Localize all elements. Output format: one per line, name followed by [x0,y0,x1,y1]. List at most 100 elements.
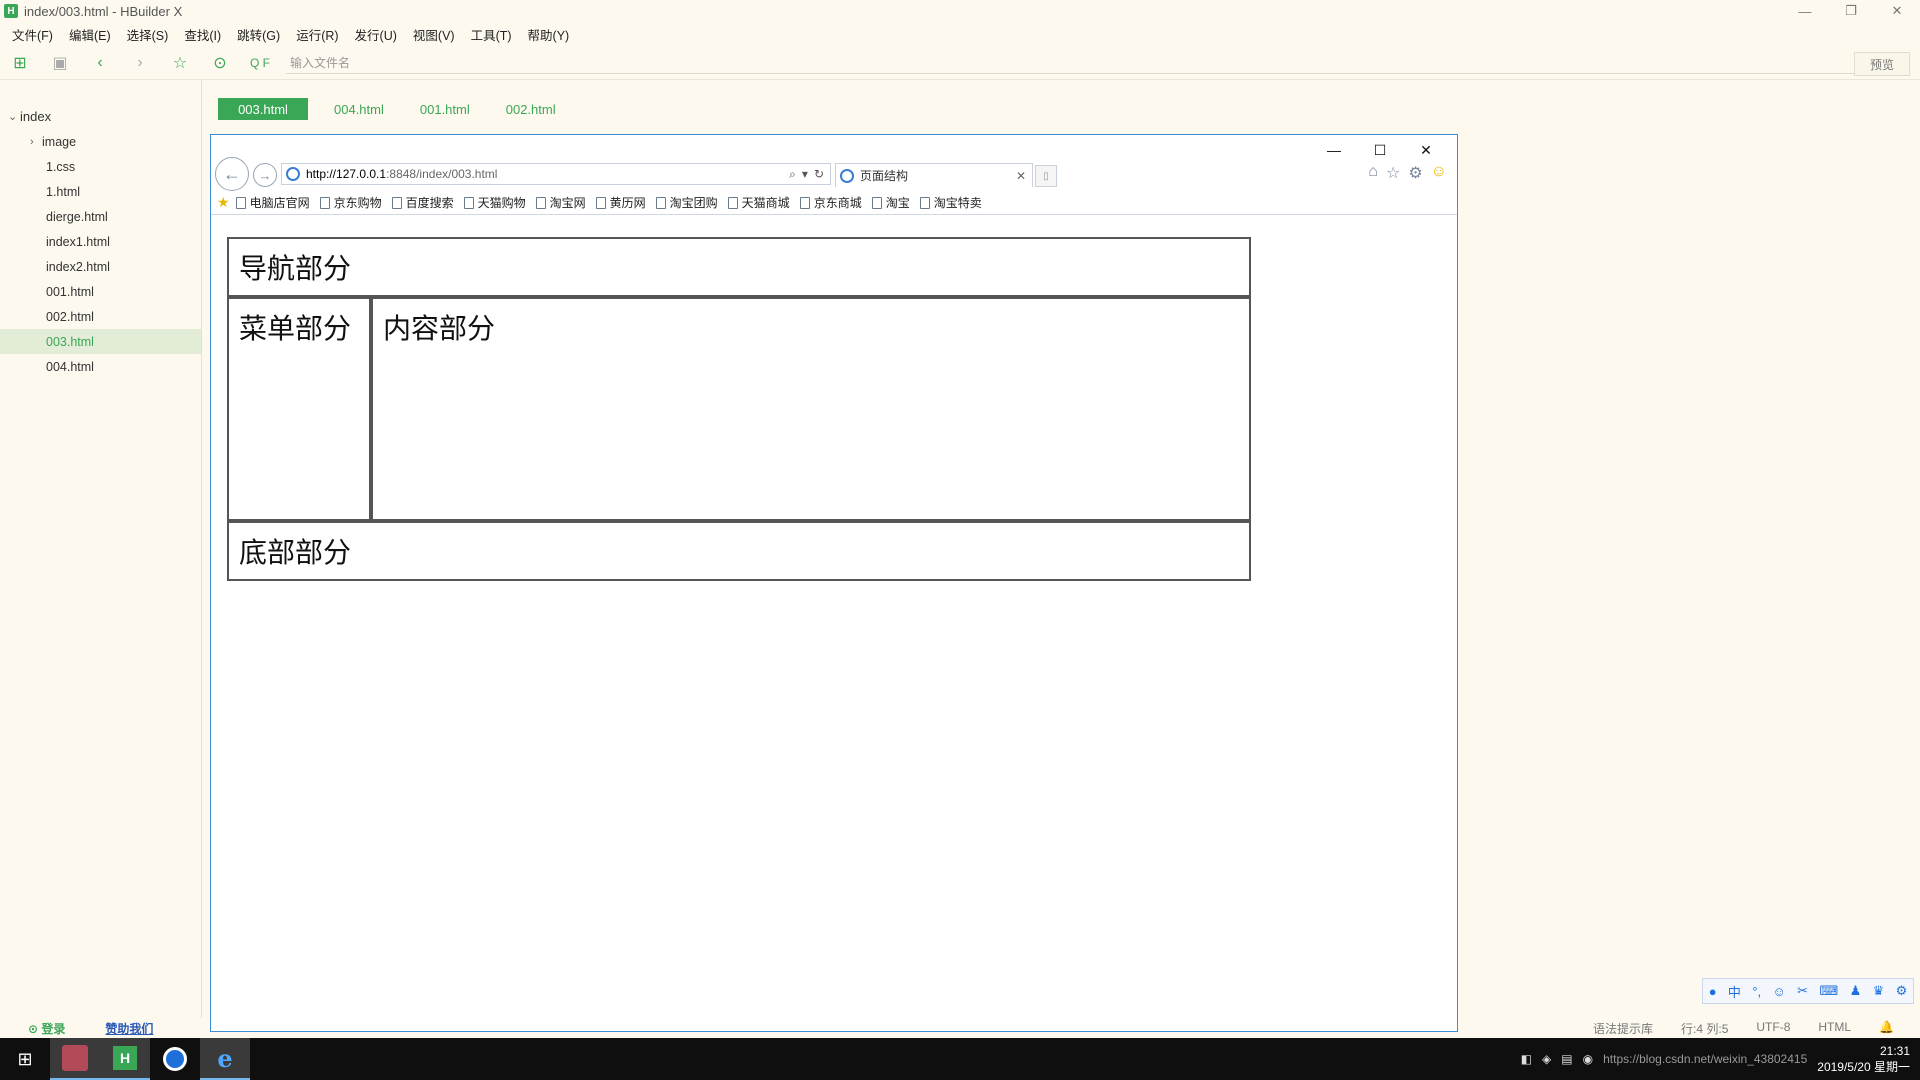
file-search-icon[interactable]: Q F [240,46,280,80]
tree-file-active[interactable]: 003.html [0,329,201,354]
menu-tools[interactable]: 工具(T) [463,25,520,44]
start-button[interactable]: ⊞ [0,1038,50,1080]
favorite-link[interactable]: 京东购物 [319,194,382,211]
login-link[interactable]: ⊙ 登录 [28,1020,65,1037]
favorite-link[interactable]: 淘宝团购 [655,194,718,211]
tray-icon[interactable]: ◉ [1583,1052,1593,1066]
tab-002[interactable]: 002.html [496,98,566,120]
dropdown-icon[interactable]: ▾ [802,167,808,182]
browser-back-icon[interactable]: ← [215,157,249,191]
taskbar-app-hbuilder[interactable]: H [100,1038,150,1080]
page-icon [235,196,246,209]
tray-icon[interactable]: ◧ [1521,1052,1532,1066]
tree-file[interactable]: dierge.html [0,204,201,229]
close-icon[interactable]: ✕ [1874,0,1920,22]
restore-icon[interactable]: ❐ [1828,0,1874,22]
ime-settings-icon[interactable]: ⚙ [1896,983,1908,999]
tree-file[interactable]: 002.html [0,304,201,329]
ime-user-icon[interactable]: ♟ [1850,983,1862,999]
new-tab-icon[interactable]: ▯ [1035,165,1057,187]
tree-file[interactable]: index1.html [0,229,201,254]
refresh-icon[interactable]: ↻ [814,167,824,182]
syntax-hint-library[interactable]: 语法提示库 [1593,1020,1653,1037]
menu-goto[interactable]: 跳转(G) [229,25,288,44]
taskbar: ⊞ H e ◧ ◈ ▤ ◉ https://blog.csdn.net/weix… [0,1038,1920,1080]
ime-logo-icon[interactable]: ● [1709,984,1717,999]
menu-select[interactable]: 选择(S) [119,25,177,44]
browser-close-icon[interactable]: ✕ [1403,139,1449,161]
menu-view[interactable]: 视图(V) [405,25,463,44]
star-icon[interactable]: ☆ [160,46,200,80]
favorite-link[interactable]: 百度搜索 [391,194,454,211]
menu-run[interactable]: 运行(R) [288,25,346,44]
ime-skin-icon[interactable]: ♛ [1873,983,1885,999]
menu-edit[interactable]: 编辑(E) [61,25,119,44]
tab-003[interactable]: 003.html [218,98,308,120]
settings-gear-icon[interactable]: ⚙ [1408,163,1422,183]
tree-file[interactable]: 004.html [0,354,201,379]
menu-find[interactable]: 查找(I) [176,25,229,44]
tab-close-icon[interactable]: ✕ [1016,169,1026,183]
sponsor-link[interactable]: 赞助我们 [105,1020,153,1037]
browser-minimize-icon[interactable]: — [1311,139,1357,161]
tree-folder-image[interactable]: › image [0,129,201,154]
tree-root-index[interactable]: ⌄ index [0,104,201,129]
file-search-input[interactable]: 输入文件名 [286,52,1866,74]
search-icon[interactable]: ⌕ [789,167,796,182]
favorite-link[interactable]: 淘宝特卖 [919,194,982,211]
menu-help[interactable]: 帮助(Y) [520,25,578,44]
run-icon[interactable]: ⊙ [200,46,240,80]
browser-forward-icon[interactable]: → [253,163,277,187]
page-icon [319,196,330,209]
favorite-label: 淘宝网 [549,196,586,210]
ime-scissors-icon[interactable]: ✂ [1797,983,1808,999]
new-file-icon[interactable]: ⊞ [0,46,40,80]
favorites-star-icon[interactable]: ★ [217,194,230,211]
page-icon [871,196,882,209]
ime-keyboard-icon[interactable]: ⌨ [1819,983,1838,999]
tree-file[interactable]: 1.css [0,154,201,179]
forward-icon[interactable]: › [120,46,160,80]
favorite-link[interactable]: 淘宝 [871,194,910,211]
browser-window-controls: — ☐ ✕ [1311,139,1449,161]
favorite-link[interactable]: 电脑店官网 [235,194,310,211]
cursor-position: 行:4 列:5 [1681,1021,1729,1036]
tab-001[interactable]: 001.html [410,98,480,120]
browser-maximize-icon[interactable]: ☐ [1357,139,1403,161]
tree-file[interactable]: 001.html [0,279,201,304]
taskbar-app-ie[interactable]: e [200,1038,250,1080]
favorite-link[interactable]: 京东商城 [799,194,862,211]
smiley-feedback-icon[interactable]: ☺ [1431,163,1447,183]
encoding-indicator[interactable]: UTF-8 [1756,1020,1790,1037]
tray-icon[interactable]: ▤ [1561,1052,1572,1066]
language-mode[interactable]: HTML [1818,1020,1851,1037]
minimize-icon[interactable]: — [1782,0,1828,22]
favorite-link[interactable]: 淘宝网 [535,194,586,211]
tree-file[interactable]: index2.html [0,254,201,279]
favorite-link[interactable]: 黄历网 [595,194,646,211]
save-icon[interactable]: ▣ [40,46,80,80]
favorite-label: 淘宝 [885,196,910,210]
menu-publish[interactable]: 发行(U) [347,25,405,44]
favorite-link[interactable]: 天猫购物 [463,194,526,211]
ime-lang-toggle[interactable]: 中 [1728,982,1741,1001]
address-bar[interactable]: http://127.0.0.1:8848/index/003.html ⌕ ▾… [281,163,831,185]
tray-icon[interactable]: ◈ [1542,1052,1551,1066]
clock[interactable]: 21:31 2019/5/20 星期一 [1817,1043,1910,1075]
tree-file[interactable]: 1.html [0,179,201,204]
tab-004[interactable]: 004.html [324,98,394,120]
home-icon[interactable]: ⌂ [1368,163,1378,183]
address-url[interactable]: http://127.0.0.1:8848/index/003.html [306,167,789,181]
favorite-link[interactable]: 天猫商城 [727,194,790,211]
menu-file[interactable]: 文件(F) [4,25,61,44]
ime-punct-icon[interactable]: °, [1752,984,1761,999]
back-icon[interactable]: ‹ [80,46,120,80]
taskbar-app-ie-blue[interactable] [150,1038,200,1080]
notification-bell-icon[interactable]: 🔔 [1879,1020,1894,1037]
ime-emoji-icon[interactable]: ☺ [1773,984,1786,999]
preview-button[interactable]: 预览 [1854,52,1910,76]
clock-time: 21:31 [1879,1044,1910,1058]
favorites-icon[interactable]: ☆ [1386,163,1400,183]
browser-tab[interactable]: 页面结构 ✕ [835,163,1033,187]
taskbar-app-avatar[interactable] [50,1038,100,1080]
